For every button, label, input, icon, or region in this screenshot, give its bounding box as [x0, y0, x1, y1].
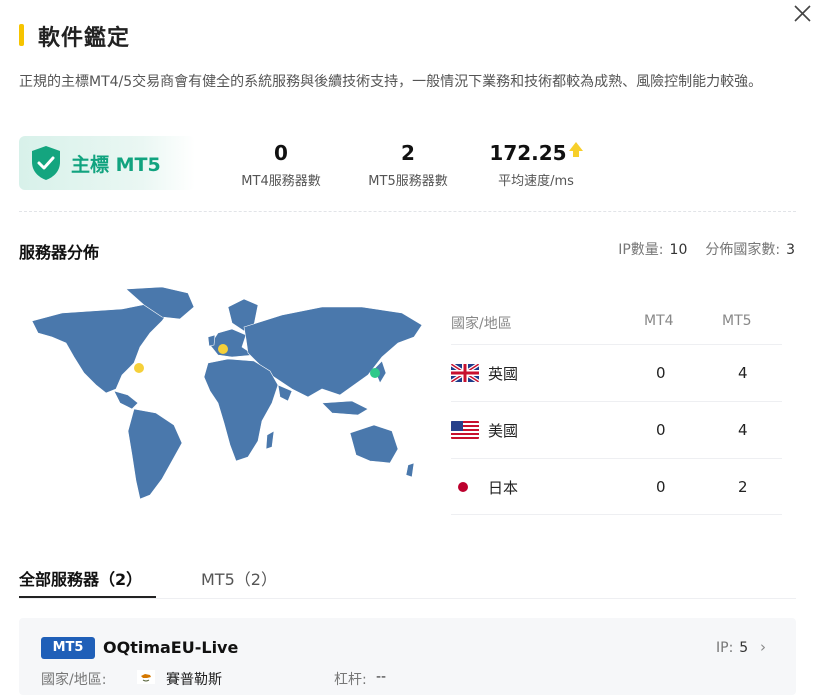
badge-label: 主標 MT5 — [71, 153, 161, 176]
mt5-label: MT5服務器數 — [368, 174, 448, 189]
close-icon[interactable] — [790, 2, 814, 26]
table-header-country: 國家/地區 — [451, 316, 512, 332]
description-text: 正規的主標MT4/5交易商會有健全的系統服務與後續技術支持，一般情況下業務和技術… — [19, 74, 763, 90]
leverage-label: 杠杆: — [334, 672, 367, 688]
table-row: 美國 0 4 — [451, 402, 782, 458]
server-name[interactable]: OQtimaEU-Live — [103, 638, 238, 657]
server-ip-count: IP: 5 — [716, 640, 748, 656]
country-count-value: 3 — [786, 242, 795, 258]
speed-label: 平均速度/ms — [498, 174, 574, 189]
ip-count-value: 10 — [669, 242, 688, 258]
server-country-label: 國家/地區: — [41, 672, 107, 688]
uk-server-marker — [218, 344, 228, 354]
leverage-value: -- — [376, 669, 387, 685]
tabs-divider — [19, 598, 796, 599]
mt4-cell: 0 — [656, 364, 666, 382]
tab-mt5[interactable]: MT5（2） — [201, 566, 277, 590]
uk-flag-icon — [451, 364, 479, 382]
server-ip-label: IP: — [716, 640, 734, 656]
mt4-cell: 0 — [656, 421, 666, 439]
server-ip-value: 5 — [739, 640, 749, 656]
server-country-value: 賽普勒斯 — [166, 672, 222, 688]
speed-value: 172.25 — [489, 141, 567, 165]
table-row: 日本 0 2 — [451, 459, 782, 515]
platform-tag: MT5 — [41, 637, 95, 659]
country-name: 美國 — [488, 421, 519, 440]
title-accent-bar — [19, 24, 24, 46]
table-header-mt5: MT5 — [722, 313, 752, 329]
table-header-mt4: MT4 — [644, 313, 674, 329]
japan-flag-icon — [451, 478, 479, 496]
section-title: 服務器分佈 — [19, 243, 100, 262]
divider — [19, 211, 796, 212]
country-name: 英國 — [488, 364, 519, 383]
ip-count-label: IP數量: — [618, 242, 664, 258]
page-title: 軟件鑑定 — [38, 26, 131, 51]
japan-server-marker — [370, 368, 380, 378]
mt4-cell: 0 — [656, 478, 666, 496]
us-flag-icon — [451, 421, 479, 439]
active-tab-underline — [19, 596, 156, 598]
speed-stat: 172.25 平均速度/ms — [484, 140, 588, 189]
table-row: 英國 0 4 — [451, 345, 782, 401]
mt4-label: MT4服務器數 — [241, 174, 321, 189]
mt5-stat: 2 MT5服務器數 — [359, 140, 457, 189]
chevron-right-icon[interactable]: › — [760, 638, 766, 656]
mt5-cell: 2 — [738, 478, 748, 496]
arrow-up-icon — [568, 142, 583, 157]
license-badge: 主標 MT5 — [19, 136, 195, 190]
shield-check-icon — [32, 146, 60, 180]
tab-all-servers[interactable]: 全部服務器（2） — [19, 566, 142, 590]
mt5-cell: 4 — [738, 421, 748, 439]
mt5-count: 2 — [401, 141, 415, 165]
mt4-stat: 0 MT4服務器數 — [232, 140, 330, 189]
row-divider — [451, 514, 782, 515]
mt5-cell: 4 — [738, 364, 748, 382]
world-map — [31, 286, 423, 500]
cyprus-flag-icon — [137, 670, 155, 684]
us-server-marker — [134, 363, 144, 373]
country-count-label: 分佈國家數: — [705, 242, 781, 258]
country-name: 日本 — [488, 478, 519, 497]
distribution-summary: IP數量: 10 分佈國家數: 3 — [618, 239, 795, 259]
mt4-count: 0 — [274, 141, 288, 165]
